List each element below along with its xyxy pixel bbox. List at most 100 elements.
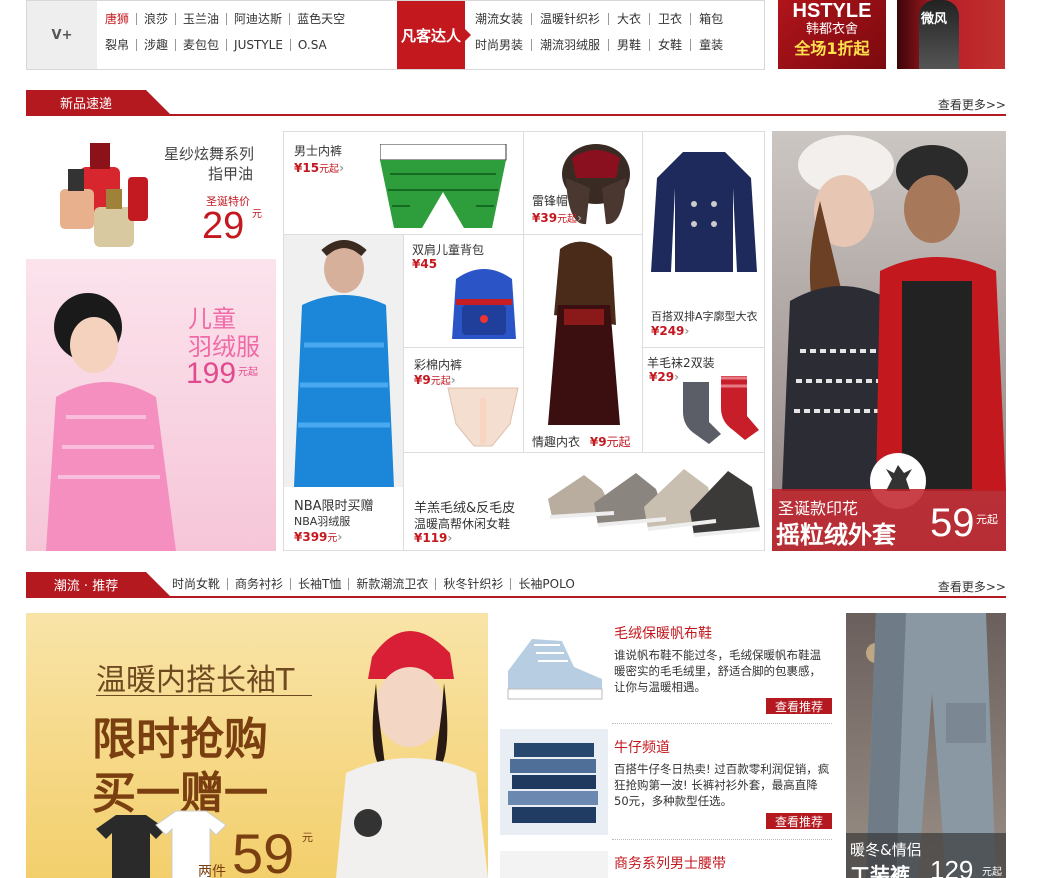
ad-discount: 全场1折起 bbox=[794, 39, 870, 58]
brand-link[interactable]: 裂帛 bbox=[105, 39, 138, 51]
brand-link[interactable]: 浪莎 bbox=[137, 13, 177, 25]
category-link[interactable]: 男鞋 bbox=[609, 39, 651, 51]
item-title[interactable]: 商务系列男士腰带 bbox=[614, 853, 726, 873]
product-name: NBA限时买赠 bbox=[294, 499, 374, 514]
category-link[interactable]: 时尚男装 bbox=[475, 39, 533, 51]
brand-link[interactable]: 唐狮 bbox=[105, 13, 138, 25]
section-title: 新品速递 bbox=[26, 90, 170, 114]
divider bbox=[612, 839, 832, 840]
view-recommend-button[interactable]: 查看推荐 bbox=[766, 813, 832, 829]
briefs-image bbox=[447, 387, 519, 447]
view-recommend-button[interactable]: 查看推荐 bbox=[766, 698, 832, 714]
category-link[interactable]: 卫衣 bbox=[650, 13, 692, 25]
long-tee-promo[interactable]: 温暖内搭长袖T 限时抢购 买一赠一 两件 59 元 bbox=[26, 613, 488, 878]
nail-polish-promo[interactable]: 星纱炫舞系列 指甲油 圣诞特价 29 元 bbox=[26, 131, 276, 255]
promo-price: 59 bbox=[232, 822, 295, 878]
list-item[interactable]: 牛仔频道 百搭牛仔冬日热卖! 过百款零利润促销，疯狂抢购第一波! 长裤衬衫外套，… bbox=[500, 727, 832, 839]
product-backpack[interactable]: 双肩儿童背包 ¥45 bbox=[403, 234, 524, 348]
nail-price: 29 bbox=[202, 205, 245, 247]
category-link[interactable]: 温暖针织衫 bbox=[532, 13, 610, 25]
product-name-price: 情趣内衣 ¥9元起 bbox=[532, 433, 631, 450]
product-lingerie[interactable]: 情趣内衣 ¥9元起 bbox=[523, 234, 643, 453]
category-link[interactable]: 大衣 bbox=[609, 13, 651, 25]
item-title[interactable]: 牛仔频道 bbox=[614, 737, 670, 757]
nail-unit: 元 bbox=[252, 209, 262, 220]
jacket-image bbox=[284, 235, 403, 487]
category-link[interactable]: 潮流羽绒服 bbox=[532, 39, 610, 51]
category-row-1: 潮流女装 温暖针织衫 大衣 卫衣 箱包 bbox=[475, 13, 731, 25]
product-underwear[interactable]: 男士内裤 ¥15元起› bbox=[283, 131, 524, 235]
section-title: 潮流 · 推荐 bbox=[26, 572, 170, 596]
sublink[interactable]: 秋冬针织衫 bbox=[436, 578, 512, 590]
product-name: 羊羔毛绒&反毛皮 bbox=[414, 501, 516, 516]
promo-unit: 元 bbox=[302, 831, 313, 844]
category-link[interactable]: 箱包 bbox=[691, 13, 731, 25]
promo-title-1: 温暖内搭长袖T bbox=[96, 663, 295, 698]
product-women-shoes[interactable]: 羊羔毛绒&反毛皮 温暖高帮休闲女鞋 ¥119› bbox=[403, 452, 765, 551]
pants-title-2: 工装裤 bbox=[850, 863, 910, 878]
trend-sublinks: 时尚女靴 商务衬衫 长袖T恤 新款潮流卫衣 秋冬针织衫 长袖POLO bbox=[172, 578, 582, 590]
banner-title-2: 摇粒绒外套 bbox=[776, 521, 896, 549]
product-nba-jacket[interactable]: NBA限时买赠 NBA羽绒服 ¥399元› bbox=[283, 234, 404, 551]
divider bbox=[612, 723, 832, 724]
kids-price: 199 bbox=[186, 357, 237, 390]
sublink[interactable]: 新款潮流卫衣 bbox=[349, 578, 437, 590]
fleece-jacket-banner[interactable]: 圣诞款印花 摇粒绒外套 59 元起 bbox=[772, 131, 1006, 551]
category-link[interactable]: 女鞋 bbox=[650, 39, 692, 51]
ad-title: 微风 bbox=[921, 12, 948, 27]
brand-link[interactable]: O.SA bbox=[291, 39, 334, 51]
cargo-pants-promo[interactable]: 暖冬&情侣 工装裤 129 元起 bbox=[846, 613, 1006, 878]
shoes-image bbox=[548, 469, 761, 537]
vplus-label[interactable]: V+ bbox=[27, 1, 97, 69]
banner-unit: 元起 bbox=[976, 513, 998, 526]
more-link[interactable]: 查看更多>> bbox=[938, 578, 1006, 595]
category-link[interactable]: 童装 bbox=[691, 39, 731, 51]
fanke-tab[interactable]: 凡客达人 bbox=[397, 1, 471, 69]
item-title[interactable]: 毛绒保暖帆布鞋 bbox=[614, 623, 712, 643]
product-name: 百搭双排A字廓型大衣 bbox=[651, 310, 758, 323]
more-link[interactable]: 查看更多>> bbox=[938, 96, 1006, 113]
belt-image bbox=[500, 851, 608, 878]
category-row-2: 时尚男装 潮流羽绒服 男鞋 女鞋 童装 bbox=[475, 39, 731, 51]
list-item[interactable]: 毛绒保暖帆布鞋 谁说帆布鞋不能过冬，毛绒保暖帆布鞋温暖密实的毛毛绒里，舒适合脚的… bbox=[500, 613, 832, 725]
socks-image bbox=[683, 376, 759, 444]
product-wool-socks[interactable]: 羊毛袜2双装 ¥29› bbox=[642, 347, 765, 453]
category-link[interactable]: 潮流女装 bbox=[475, 13, 533, 25]
pants-price: 129 bbox=[930, 855, 974, 878]
kids-image bbox=[46, 293, 176, 551]
product-coat[interactable]: 百搭双排A字廓型大衣 ¥249› bbox=[642, 131, 765, 348]
brand-link[interactable]: JUSTYLE bbox=[227, 39, 291, 51]
product-price: ¥29› bbox=[649, 370, 680, 384]
item-desc: 谁说帆布鞋不能过冬，毛绒保暖帆布鞋温暖密实的毛毛绒里，舒适合脚的包裹感，让你与温… bbox=[614, 648, 821, 694]
kids-down-promo[interactable]: 儿童 羽绒服 199 元起 bbox=[26, 259, 276, 551]
brand-link[interactable]: 蓝色天空 bbox=[290, 13, 352, 25]
kids-unit: 元起 bbox=[238, 367, 258, 378]
model-image bbox=[336, 630, 488, 878]
brand-bar: V+ 唐狮 浪莎 玉兰油 阿迪达斯 蓝色天空 裂帛 涉趣 麦包包 JUSTYLE… bbox=[26, 0, 765, 70]
pants-unit: 元起 bbox=[982, 867, 1002, 878]
hstyle-ad[interactable]: HSTYLE 韩都衣舍 全场1折起 bbox=[778, 0, 886, 69]
sublink[interactable]: 商务衬衫 bbox=[228, 578, 292, 590]
sublink[interactable]: 长袖T恤 bbox=[291, 578, 350, 590]
pants-caption: 暖冬&情侣 工装裤 129 元起 bbox=[846, 833, 1006, 878]
brand-link[interactable]: 涉趣 bbox=[137, 39, 177, 51]
jeans-image bbox=[500, 729, 608, 835]
backpack-image bbox=[452, 269, 516, 339]
weifeng-ad[interactable]: 微风 bbox=[897, 0, 1005, 69]
underwear-image bbox=[380, 144, 507, 228]
product-cotton-briefs[interactable]: 彩棉内裤 ¥9元起› bbox=[403, 347, 524, 453]
section-header-trend: 潮流 · 推荐 时尚女靴 商务衬衫 长袖T恤 新款潮流卫衣 秋冬针织衫 长袖PO… bbox=[26, 572, 1006, 598]
product-hat[interactable]: 雷锋帽 ¥39元起› bbox=[523, 131, 643, 235]
brand-link[interactable]: 阿迪达斯 bbox=[227, 13, 291, 25]
product-name: 彩棉内裤 bbox=[414, 358, 463, 372]
product-price: ¥39元起› bbox=[532, 211, 583, 225]
product-price: ¥45 bbox=[412, 257, 438, 271]
coat-image bbox=[651, 152, 757, 272]
list-item[interactable]: 商务系列男士腰带 bbox=[500, 843, 832, 878]
brand-link[interactable]: 麦包包 bbox=[176, 39, 228, 51]
sublink[interactable]: 长袖POLO bbox=[511, 578, 581, 590]
product-subtitle: NBA羽绒服 bbox=[294, 515, 351, 528]
sublink[interactable]: 时尚女靴 bbox=[172, 578, 229, 590]
brand-row-2: 裂帛 涉趣 麦包包 JUSTYLE O.SA bbox=[105, 39, 334, 51]
brand-link[interactable]: 玉兰油 bbox=[176, 13, 228, 25]
